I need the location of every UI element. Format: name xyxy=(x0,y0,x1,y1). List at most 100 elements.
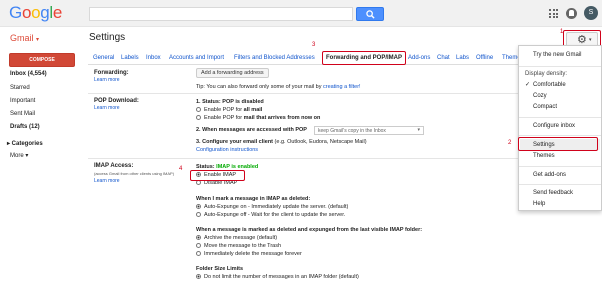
tab-inbox[interactable]: Inbox xyxy=(146,55,161,61)
chevron-down-icon: ▾ xyxy=(36,37,40,43)
pop-option-all-mail[interactable]: Enable POP for all mail xyxy=(196,107,262,113)
pop-option-from-now[interactable]: Enable POP for mail that arrives from no… xyxy=(196,115,320,121)
menu-item-get-addons[interactable]: Get add-ons xyxy=(533,172,566,178)
tab-chat[interactable]: Chat xyxy=(437,55,450,61)
menu-divider xyxy=(519,66,601,67)
imap-deleted-question: When I mark a message in IMAP as deleted… xyxy=(196,196,310,202)
pop-action-select[interactable]: keep Gmail's copy in the Inbox xyxy=(314,126,424,135)
radio-icon[interactable] xyxy=(196,274,201,279)
tab-addons[interactable]: Add-ons xyxy=(408,55,430,61)
pop-configure: 3. Configure your email client (e.g. Out… xyxy=(196,139,367,145)
radio-icon[interactable] xyxy=(196,115,201,120)
menu-item-send-feedback[interactable]: Send feedback xyxy=(533,190,573,196)
sidebar-item-sent[interactable]: Sent Mail xyxy=(10,111,35,117)
page-title: Settings xyxy=(89,32,126,43)
imap-access-sub: (access Gmail from other clients using I… xyxy=(94,171,175,176)
radio-icon[interactable] xyxy=(196,172,201,177)
menu-item-themes[interactable]: Themes xyxy=(533,153,555,159)
logo-letter: o xyxy=(31,3,41,22)
menu-item-try-new-gmail[interactable]: Try the new Gmail xyxy=(533,52,581,58)
sidebar-item-categories[interactable]: ▸ Categories xyxy=(7,140,43,147)
radio-icon[interactable] xyxy=(196,251,201,256)
avatar[interactable]: S xyxy=(584,6,598,20)
question-text: 2. When messages are accessed with POP xyxy=(196,127,307,133)
notifications-icon[interactable] xyxy=(566,8,577,19)
option-label: Disable IMAP xyxy=(204,180,238,186)
search-input[interactable] xyxy=(89,7,353,21)
tab-filters[interactable]: Filters and Blocked Addresses xyxy=(234,55,315,61)
question-text: When a message is marked as deleted and … xyxy=(196,227,423,233)
apps-grid-icon[interactable] xyxy=(549,9,558,18)
menu-item-cozy[interactable]: Cozy xyxy=(533,93,547,99)
menu-item-comfortable[interactable]: Comfortable xyxy=(525,81,566,88)
menu-divider xyxy=(519,135,601,136)
imap-delete-forever-option[interactable]: Immediately delete the message forever xyxy=(196,251,302,257)
pop-config-instructions[interactable]: Configuration instructions xyxy=(196,147,258,153)
option-label: Enable IMAP xyxy=(204,172,237,178)
option-label: Move the message to the Trash xyxy=(204,243,282,249)
radio-icon[interactable] xyxy=(196,243,201,248)
menu-item-settings[interactable]: Settings xyxy=(533,142,555,148)
tab-offline[interactable]: Offline xyxy=(476,55,493,61)
menu-divider xyxy=(519,184,601,185)
gmail-switcher[interactable]: Gmail ▾ xyxy=(10,33,39,43)
radio-icon[interactable] xyxy=(196,107,201,112)
imap-learn-more-link[interactable]: Learn more xyxy=(94,178,120,184)
status-badge: IMAP is enabled xyxy=(216,164,259,170)
create-filter-link[interactable]: creating a filter! xyxy=(323,84,361,90)
radio-icon[interactable] xyxy=(196,204,201,209)
tab-labels[interactable]: Labels xyxy=(121,55,139,61)
question-suffix: (e.g. Outlook, Eudora, Netscape Mail) xyxy=(273,139,367,145)
gmail-settings-page: Google S Gmail ▾ Settings ⚙ ▾ 1 COMPOSE … xyxy=(0,0,602,287)
divider xyxy=(88,158,518,159)
imap-no-limit-option[interactable]: Do not limit the number of messages in a… xyxy=(196,274,359,280)
imap-enable-option[interactable]: Enable IMAP xyxy=(196,172,236,178)
sidebar-item-important[interactable]: Important xyxy=(10,98,35,104)
sidebar-item-drafts[interactable]: Drafts (12) xyxy=(10,124,40,130)
imap-expunge-on-option[interactable]: Auto-Expunge on - Immediately update the… xyxy=(196,204,348,210)
question-text: 3. Configure your email client xyxy=(196,139,274,145)
option-label: Do not limit the number of messages in a… xyxy=(204,274,359,280)
radio-icon[interactable] xyxy=(196,180,201,185)
tab-accounts[interactable]: Accounts and Import xyxy=(169,55,224,61)
search-icon xyxy=(366,10,375,19)
step-number-1: 1 xyxy=(560,29,564,35)
menu-item-compact[interactable]: Compact xyxy=(533,104,557,110)
pop-download-label: POP Download: xyxy=(94,98,139,104)
settings-dropdown-menu: Try the new Gmail Display density: Comfo… xyxy=(518,45,602,211)
tab-forwarding-pop-imap[interactable]: Forwarding and POP/IMAP xyxy=(326,55,402,61)
pop-learn-more-link[interactable]: Learn more xyxy=(94,105,120,111)
menu-item-help[interactable]: Help xyxy=(533,201,545,207)
compose-button[interactable]: COMPOSE xyxy=(9,53,75,67)
radio-icon[interactable] xyxy=(196,235,201,240)
imap-archive-option[interactable]: Archive the message (default) xyxy=(196,235,277,241)
sidebar-item-inbox[interactable]: Inbox (4,554) xyxy=(10,71,47,77)
forwarding-learn-more-link[interactable]: Learn more xyxy=(94,77,120,83)
step-number-4: 4 xyxy=(179,166,183,172)
menu-item-configure-inbox[interactable]: Configure inbox xyxy=(533,123,575,129)
tip-text: Tip: You can also forward only some of y… xyxy=(196,84,323,90)
logo-letter: o xyxy=(21,3,32,22)
menu-hover-highlight xyxy=(520,139,600,150)
status-prefix: Status: xyxy=(196,164,217,170)
search-button[interactable] xyxy=(356,7,384,21)
gmail-label: Gmail xyxy=(10,33,34,43)
add-forwarding-address-button[interactable]: Add a forwarding address xyxy=(196,68,269,78)
menu-divider xyxy=(519,166,601,167)
imap-expunge-question: When a message is marked as deleted and … xyxy=(196,227,422,233)
tab-general[interactable]: General xyxy=(93,55,114,61)
configuration-instructions-link[interactable]: Configuration instructions xyxy=(196,147,258,153)
google-logo[interactable]: Google xyxy=(9,3,62,23)
tab-labs[interactable]: Labs xyxy=(456,55,469,61)
imap-disable-option[interactable]: Disable IMAP xyxy=(196,180,237,186)
sidebar-item-more[interactable]: More ▾ xyxy=(10,152,28,159)
imap-trash-option[interactable]: Move the message to the Trash xyxy=(196,243,281,249)
radio-icon[interactable] xyxy=(196,212,201,217)
imap-expunge-off-option[interactable]: Auto-Expunge off - Wait for the client t… xyxy=(196,212,345,218)
option-label: Enable POP for xyxy=(204,115,244,121)
menu-divider xyxy=(519,117,601,118)
pop-status-text: 1. Status: POP is disabled xyxy=(196,99,264,105)
sidebar-item-starred[interactable]: Starred xyxy=(10,85,30,91)
logo-letter: G xyxy=(9,3,22,22)
tabs-divider xyxy=(88,64,518,65)
